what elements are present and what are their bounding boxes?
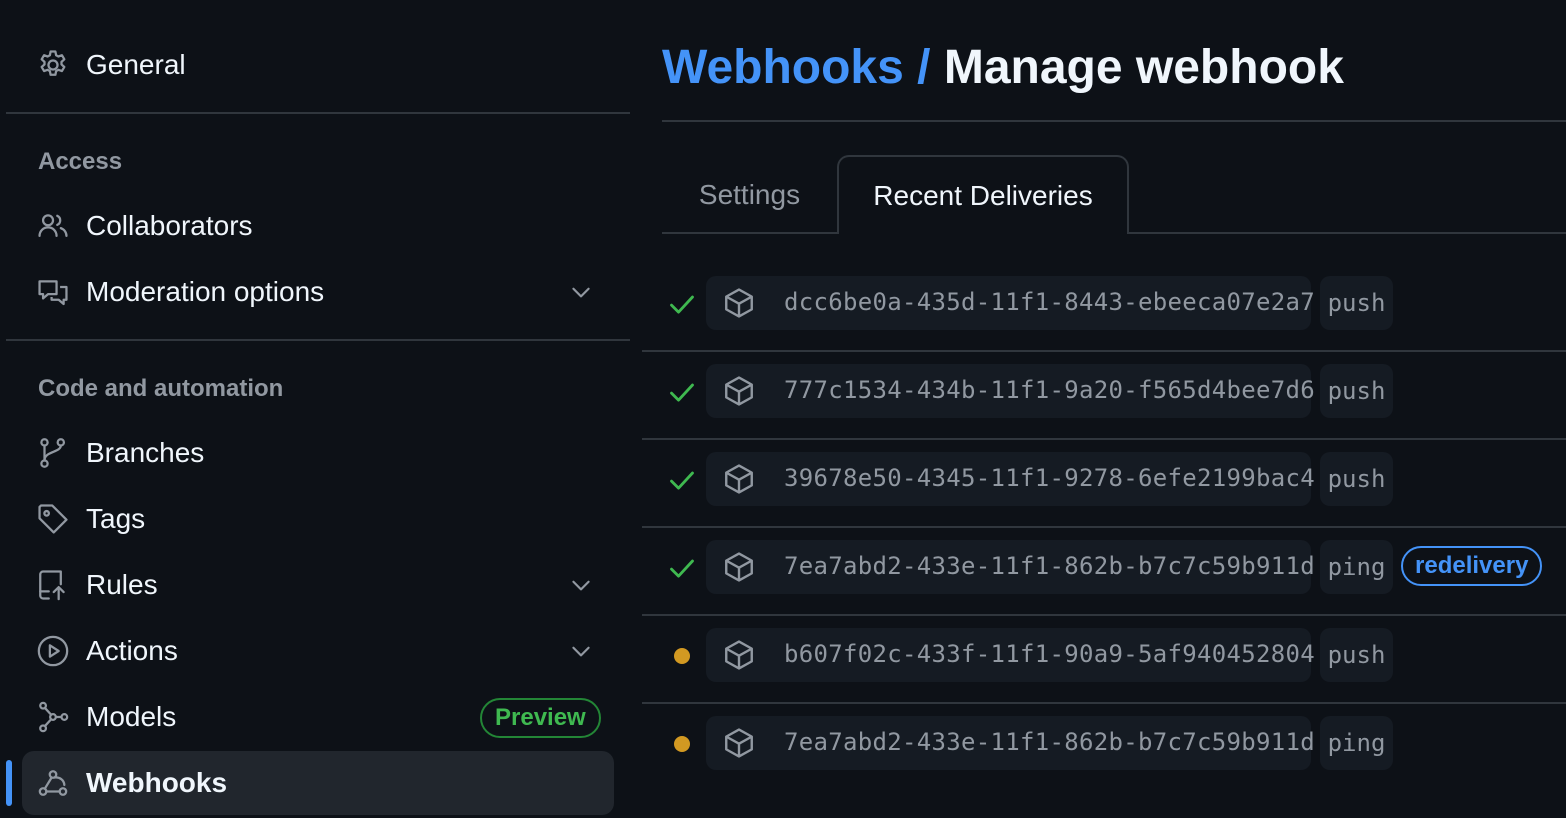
sidebar-item-tags[interactable]: Tags bbox=[22, 487, 614, 551]
chevron-down-icon[interactable] bbox=[568, 572, 594, 598]
delivery-row[interactable]: 39678e50-4345-11f1-9278-6efe2199bac4 pus… bbox=[642, 440, 1566, 528]
delivery-guid: 7ea7abd2-433e-11f1-862b-b7c7c59b911d bbox=[784, 728, 1315, 756]
event-type-badge: push bbox=[1320, 628, 1393, 682]
section-heading-access: Access bbox=[38, 148, 123, 175]
webhook-icon bbox=[36, 766, 70, 800]
event-type-badge: push bbox=[1320, 364, 1393, 418]
delivery-id-pill: b607f02c-433f-11f1-90a9-5af940452804 bbox=[706, 628, 1315, 682]
sidebar-item-general[interactable]: General bbox=[22, 33, 614, 97]
sidebar-item-label: Collaborators bbox=[86, 210, 253, 241]
delivery-id-pill: 7ea7abd2-433e-11f1-862b-b7c7c59b911d bbox=[706, 540, 1315, 594]
tag-icon bbox=[36, 502, 70, 536]
people-icon bbox=[36, 209, 70, 243]
delivery-row[interactable]: 7ea7abd2-433e-11f1-862b-b7c7c59b911d pin… bbox=[642, 528, 1566, 616]
sidebar-item-actions[interactable]: Actions bbox=[22, 619, 614, 683]
delivery-id-pill: 777c1534-434b-11f1-9a20-f565d4bee7d6 bbox=[706, 364, 1315, 418]
ai-model-icon bbox=[36, 700, 70, 734]
delivery-guid: 7ea7abd2-433e-11f1-862b-b7c7c59b911d bbox=[784, 552, 1315, 580]
sidebar-item-label: General bbox=[86, 49, 186, 80]
check-icon bbox=[668, 554, 696, 582]
delivery-row[interactable]: b607f02c-433f-11f1-90a9-5af940452804 pus… bbox=[642, 616, 1566, 704]
delivery-guid: b607f02c-433f-11f1-90a9-5af940452804 bbox=[784, 640, 1315, 668]
event-type-badge: push bbox=[1320, 276, 1393, 330]
chevron-down-icon[interactable] bbox=[568, 638, 594, 664]
play-icon bbox=[36, 634, 70, 668]
repo-push-icon bbox=[36, 568, 70, 602]
sidebar-item-label: Models bbox=[86, 701, 177, 732]
redelivery-badge: redelivery bbox=[1401, 546, 1543, 586]
package-icon bbox=[725, 464, 753, 494]
sidebar-item-models[interactable]: Models Preview bbox=[22, 685, 614, 749]
title-divider bbox=[662, 120, 1566, 122]
section-heading-code-automation: Code and automation bbox=[38, 375, 284, 402]
tab-settings[interactable]: Settings bbox=[662, 155, 837, 234]
check-icon bbox=[668, 290, 696, 318]
sidebar-item-webhooks[interactable]: Webhooks bbox=[22, 751, 614, 815]
comment-discussion-icon bbox=[36, 275, 70, 309]
git-branch-icon bbox=[36, 436, 70, 470]
package-icon bbox=[725, 552, 753, 582]
event-type-badge: ping bbox=[1320, 716, 1393, 770]
pending-dot-icon bbox=[668, 730, 696, 758]
active-indicator bbox=[6, 760, 12, 806]
check-icon bbox=[668, 378, 696, 406]
event-type-badge: push bbox=[1320, 452, 1393, 506]
page-title: Webhooks / Manage webhook bbox=[662, 40, 1344, 95]
settings-sidebar: General Access Collaborators Moderation … bbox=[0, 0, 630, 818]
sidebar-item-label: Branches bbox=[86, 437, 205, 468]
sidebar-item-moderation[interactable]: Moderation options bbox=[22, 260, 614, 324]
breadcrumb-separator: / bbox=[917, 41, 931, 94]
sidebar-item-label: Webhooks bbox=[86, 767, 228, 798]
sidebar-item-label: Rules bbox=[86, 569, 158, 600]
delivery-row[interactable]: 777c1534-434b-11f1-9a20-f565d4bee7d6 pus… bbox=[642, 352, 1566, 440]
event-type-badge: ping bbox=[1320, 540, 1393, 594]
delivery-id-pill: dcc6be0a-435d-11f1-8443-ebeeca07e2a7 bbox=[706, 276, 1315, 330]
tab-recent-deliveries[interactable]: Recent Deliveries bbox=[837, 155, 1129, 234]
sidebar-item-collaborators[interactable]: Collaborators bbox=[22, 194, 614, 258]
delivery-id-pill: 7ea7abd2-433e-11f1-862b-b7c7c59b911d bbox=[706, 716, 1315, 770]
delivery-id-pill: 39678e50-4345-11f1-9278-6efe2199bac4 bbox=[706, 452, 1315, 506]
preview-badge: Preview bbox=[480, 698, 601, 738]
package-icon bbox=[725, 288, 753, 318]
page-title-text: Manage webhook bbox=[943, 41, 1344, 94]
sidebar-divider bbox=[6, 112, 630, 114]
sidebar-item-label: Actions bbox=[86, 635, 178, 666]
sidebar-divider bbox=[6, 339, 630, 341]
pending-dot-icon bbox=[668, 642, 696, 670]
delivery-row[interactable]: dcc6be0a-435d-11f1-8443-ebeeca07e2a7 pus… bbox=[642, 264, 1566, 352]
sidebar-item-label: Tags bbox=[86, 503, 146, 534]
delivery-row[interactable]: 7ea7abd2-433e-11f1-862b-b7c7c59b911d pin… bbox=[642, 704, 1566, 792]
package-icon bbox=[725, 728, 753, 758]
chevron-down-icon[interactable] bbox=[568, 279, 594, 305]
sidebar-item-rules[interactable]: Rules bbox=[22, 553, 614, 617]
check-icon bbox=[668, 466, 696, 494]
delivery-guid: 39678e50-4345-11f1-9278-6efe2199bac4 bbox=[784, 464, 1315, 492]
breadcrumb-webhooks-link[interactable]: Webhooks bbox=[662, 41, 904, 94]
delivery-guid: 777c1534-434b-11f1-9a20-f565d4bee7d6 bbox=[784, 376, 1315, 404]
sidebar-item-label: Moderation options bbox=[86, 276, 325, 307]
gear-icon bbox=[36, 48, 70, 82]
package-icon bbox=[725, 376, 753, 406]
package-icon bbox=[725, 640, 753, 670]
sidebar-item-branches[interactable]: Branches bbox=[22, 421, 614, 485]
delivery-guid: dcc6be0a-435d-11f1-8443-ebeeca07e2a7 bbox=[784, 288, 1315, 316]
